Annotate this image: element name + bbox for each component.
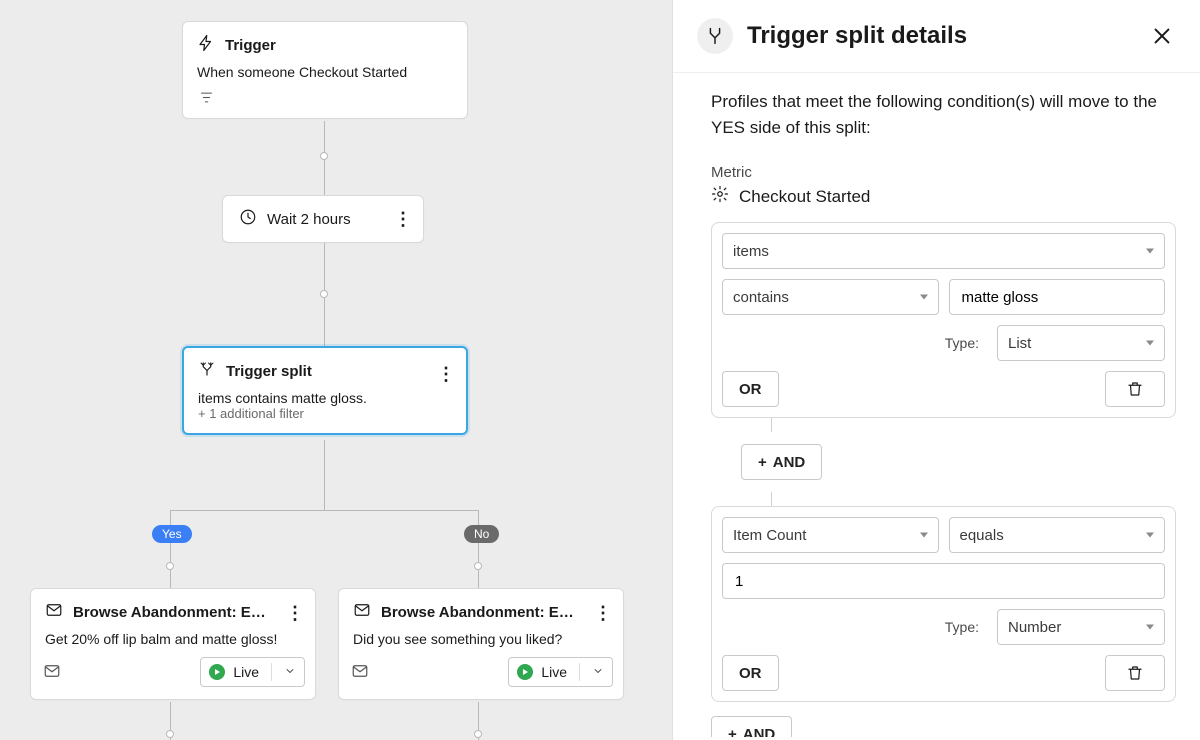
close-button[interactable] bbox=[1148, 22, 1176, 50]
clock-icon bbox=[239, 208, 257, 230]
property-select[interactable]: items bbox=[722, 233, 1165, 269]
trigger-card[interactable]: Trigger When someone Checkout Started bbox=[182, 21, 468, 119]
value-input-field[interactable] bbox=[733, 572, 1154, 591]
and-button[interactable]: + AND bbox=[741, 444, 822, 480]
play-icon bbox=[209, 664, 225, 680]
email-body: Get 20% off lip balm and matte gloss! bbox=[31, 629, 315, 657]
panel-title: Trigger split details bbox=[747, 22, 1134, 50]
mail-icon bbox=[43, 662, 61, 683]
chevron-down-icon bbox=[1146, 249, 1154, 254]
connector-line bbox=[771, 418, 772, 432]
split-summary: items contains matte gloss. bbox=[198, 390, 452, 406]
type-label: Type: bbox=[945, 335, 979, 351]
delete-button[interactable] bbox=[1105, 371, 1165, 407]
split-title: Trigger split bbox=[226, 363, 312, 380]
email-card-no[interactable]: Browse Abandonment: Email… Did you see s… bbox=[338, 588, 624, 700]
split-extra: + 1 additional filter bbox=[198, 406, 452, 421]
branch-no-badge: No bbox=[464, 525, 499, 543]
metric-value: Checkout Started bbox=[739, 187, 870, 207]
connector-dot bbox=[320, 290, 328, 298]
value-input[interactable] bbox=[722, 563, 1165, 599]
bolt-icon bbox=[197, 34, 215, 56]
connector-line bbox=[478, 510, 479, 588]
mail-icon bbox=[351, 662, 369, 683]
email-body: Did you see something you liked? bbox=[339, 629, 623, 657]
play-icon bbox=[517, 664, 533, 680]
split-icon bbox=[198, 360, 216, 382]
select-value: contains bbox=[733, 289, 789, 306]
split-icon bbox=[697, 18, 733, 54]
plus-icon: + bbox=[758, 454, 767, 471]
select-value: Number bbox=[1008, 619, 1061, 636]
filter-icon[interactable] bbox=[197, 88, 215, 106]
chevron-down-icon bbox=[1146, 533, 1154, 538]
panel-description: Profiles that meet the following conditi… bbox=[711, 89, 1171, 140]
chevron-down-icon bbox=[284, 664, 296, 680]
chevron-down-icon bbox=[920, 533, 928, 538]
chevron-down-icon bbox=[1146, 341, 1154, 346]
connector-dot bbox=[320, 152, 328, 160]
connector-dot bbox=[474, 562, 482, 570]
operator-select[interactable]: contains bbox=[722, 279, 939, 315]
metric-label: Metric bbox=[711, 164, 1176, 181]
type-select[interactable]: List bbox=[997, 325, 1165, 361]
connector-dot bbox=[166, 562, 174, 570]
wait-label: Wait 2 hours bbox=[267, 211, 351, 228]
email-title: Browse Abandonment: Email… bbox=[73, 604, 271, 621]
trigger-condition: When someone Checkout Started bbox=[183, 60, 467, 88]
gear-icon bbox=[711, 185, 729, 208]
status-label: Live bbox=[541, 664, 567, 680]
status-label: Live bbox=[233, 664, 259, 680]
status-dropdown[interactable]: Live bbox=[200, 657, 305, 687]
select-value: equals bbox=[960, 527, 1004, 544]
mail-icon bbox=[353, 601, 371, 623]
trigger-split-card[interactable]: Trigger split items contains matte gloss… bbox=[182, 346, 468, 435]
branch-yes-badge: Yes bbox=[152, 525, 192, 543]
chevron-down-icon bbox=[920, 295, 928, 300]
chevron-down-icon bbox=[592, 664, 604, 680]
kebab-icon[interactable] bbox=[434, 362, 458, 386]
type-select[interactable]: Number bbox=[997, 609, 1165, 645]
add-and-button[interactable]: + AND bbox=[711, 716, 792, 737]
flow-canvas[interactable]: Trigger When someone Checkout Started Wa… bbox=[0, 0, 672, 740]
connector-line bbox=[170, 510, 479, 511]
connector-dot bbox=[474, 730, 482, 738]
mail-icon bbox=[45, 601, 63, 623]
or-button[interactable]: OR bbox=[722, 655, 779, 691]
plus-icon: + bbox=[728, 726, 737, 738]
operator-select[interactable]: equals bbox=[949, 517, 1166, 553]
property-select[interactable]: Item Count bbox=[722, 517, 939, 553]
type-label: Type: bbox=[945, 619, 979, 635]
or-button[interactable]: OR bbox=[722, 371, 779, 407]
email-card-yes[interactable]: Browse Abandonment: Email… Get 20% off l… bbox=[30, 588, 316, 700]
connector-line bbox=[771, 492, 772, 506]
select-value: items bbox=[733, 243, 769, 260]
select-value: List bbox=[1008, 335, 1031, 352]
wait-card[interactable]: Wait 2 hours bbox=[222, 195, 424, 243]
condition-group-1: items contains Type: List bbox=[711, 222, 1176, 418]
connector-line bbox=[324, 440, 325, 510]
condition-group-2: Item Count equals Type: N bbox=[711, 506, 1176, 702]
value-input-field[interactable] bbox=[960, 288, 1155, 307]
trigger-title: Trigger bbox=[225, 37, 276, 54]
details-panel: Trigger split details Profiles that meet… bbox=[672, 0, 1200, 740]
status-dropdown[interactable]: Live bbox=[508, 657, 613, 687]
select-value: Item Count bbox=[733, 527, 806, 544]
email-title: Browse Abandonment: Email… bbox=[381, 604, 579, 621]
connector-dot bbox=[166, 730, 174, 738]
connector-line bbox=[170, 510, 171, 588]
delete-button[interactable] bbox=[1105, 655, 1165, 691]
chevron-down-icon bbox=[1146, 625, 1154, 630]
value-input[interactable] bbox=[949, 279, 1166, 315]
kebab-icon[interactable] bbox=[591, 601, 615, 625]
kebab-icon[interactable] bbox=[391, 207, 415, 231]
kebab-icon[interactable] bbox=[283, 601, 307, 625]
